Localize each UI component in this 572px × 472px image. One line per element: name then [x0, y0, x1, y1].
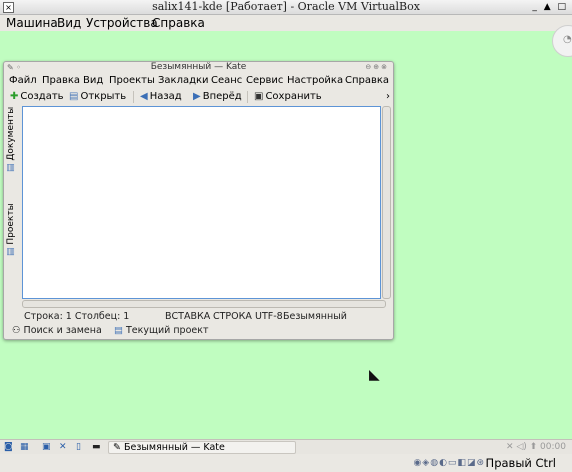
kate-menubar: Файл Правка Вид Проекты Закладки Сеанс С… [4, 74, 393, 88]
taskbar-kate-label: Безымянный — Kate [123, 442, 225, 453]
window-controls[interactable]: _ ▲ □ [532, 0, 568, 14]
side-tab-projects[interactable]: ▤ Проекты [5, 203, 17, 256]
cursor-position: Строка: 1 Столбец: 1 [24, 311, 130, 322]
menu-help[interactable]: Справка [152, 15, 205, 31]
horizontal-scrollbar[interactable] [22, 300, 386, 308]
open-folder-icon: ▤ [69, 91, 79, 102]
forward-button[interactable]: ▶ Вперёд [193, 88, 242, 105]
side-tabs: ▤ Документы ▤ Проекты [4, 106, 20, 304]
vbox-titlebar: × salix141-kde [Работает] - Oracle VM Vi… [0, 0, 572, 15]
kate-menu-help[interactable]: Справка [345, 74, 389, 88]
arrow-left-icon: ◀ [140, 91, 148, 102]
kate-title: Безымянный — Kate [150, 62, 247, 72]
insert-mode[interactable]: ВСТАВКА [165, 310, 210, 324]
encoding[interactable]: UTF-8 [255, 310, 283, 324]
window-title: salix141-kde [Работает] - Oracle VM Virt… [152, 0, 420, 13]
file-name: Безымянный [283, 311, 347, 322]
back-button-label: Назад [149, 91, 182, 102]
open-button-label: Открыть [80, 91, 127, 102]
selection-mode[interactable]: СТРОКА [213, 310, 252, 324]
kate-menu-view[interactable]: Вид [83, 74, 103, 88]
device-indicators[interactable]: ◉◈◍◐▭◧◪⊛ [413, 454, 485, 472]
save-button[interactable]: ▣ Сохранить [254, 88, 322, 105]
side-tab-documents[interactable]: ▤ Документы [5, 107, 17, 172]
arrow-right-icon: ▶ [193, 91, 201, 102]
text-editor[interactable] [22, 106, 381, 299]
current-project-tab[interactable]: ▤ Текущий проект [114, 324, 209, 338]
forward-button-label: Вперёд [202, 91, 242, 102]
kde-launcher-icon[interactable]: ◙ [4, 440, 13, 454]
kate-menu-settings[interactable]: Настройка [287, 74, 343, 88]
new-button-label: Создать [20, 91, 64, 102]
open-button[interactable]: ▤ Открыть [69, 88, 126, 105]
search-replace-label: Поиск и замена [23, 325, 102, 336]
new-document-icon: ✚ [10, 91, 19, 102]
kate-menu-tools[interactable]: Сервис [246, 74, 283, 88]
document-icon[interactable]: ▯ [76, 440, 81, 454]
tools-icon[interactable]: ✕ [59, 440, 67, 454]
cashew-icon: ◔ [563, 34, 572, 45]
kate-menu-file[interactable]: Файл [9, 74, 37, 88]
kate-statusbar: Строка: 1 Столбец: 1 ВСТАВКА СТРОКА UTF-… [24, 310, 389, 324]
terminal-icon[interactable]: ▬ [92, 440, 101, 454]
pager-icon[interactable]: ▦ [20, 440, 29, 454]
menu-devices[interactable]: Устройства [86, 15, 158, 31]
kate-menu-bookmarks[interactable]: Закладки [158, 74, 209, 88]
search-replace-tab[interactable]: ⚇ Поиск и замена [12, 324, 102, 338]
side-tab-projects-label: Проекты [6, 203, 16, 245]
current-project-label: Текущий проект [126, 325, 209, 336]
vertical-scrollbar[interactable] [382, 106, 391, 299]
vbox-menubar: Машина Вид Устройства Справка [0, 15, 572, 31]
save-disk-icon: ▣ [254, 91, 264, 102]
guest-desktop: ◔ ✎ ◦ Безымянный — Kate ⊖⊕⊗ Файл Правка … [0, 25, 572, 439]
menu-machine[interactable]: Машина [6, 15, 58, 31]
taskbar-kate-button[interactable]: ✎ Безымянный — Kate [108, 441, 296, 454]
kate-task-icon: ✎ [113, 442, 124, 453]
kate-menu-session[interactable]: Сеанс [211, 74, 242, 88]
system-tray[interactable]: ✕ ◁) ⬆ 00:00 [506, 440, 566, 454]
host-key-label: Правый Ctrl [485, 456, 556, 470]
kate-toolbar: ✚ Создать ▤ Открыть ◀ Назад ▶ Вперёд ▣ Сохран… [4, 88, 393, 105]
vbox-statusbar: ◉◈◍◐▭◧◪⊛ Правый Ctrl [0, 454, 572, 472]
toolbar-separator [133, 91, 134, 103]
projects-icon: ▤ [6, 244, 16, 256]
desktop-toolbox-icon[interactable]: ◔ [552, 25, 572, 57]
kate-titlebar[interactable]: ✎ ◦ Безымянный — Kate ⊖⊕⊗ [4, 62, 393, 73]
guest-taskbar: ◙ ▦ ▣ ✕ ▯ ▬ ✎ Безымянный — Kate ✕ ◁) ⬆ 0… [0, 439, 572, 454]
save-button-label: Сохранить [265, 91, 322, 102]
kate-menu-projects[interactable]: Проекты [109, 74, 155, 88]
project-icon: ▤ [114, 325, 126, 336]
binoculars-icon: ⚇ [12, 325, 24, 336]
documents-icon: ▤ [6, 160, 16, 172]
toolbar-separator [247, 91, 248, 103]
back-button[interactable]: ◀ Назад [140, 88, 182, 105]
menu-view[interactable]: Вид [57, 15, 81, 31]
kate-window: ✎ ◦ Безымянный — Kate ⊖⊕⊗ Файл Правка Ви… [3, 61, 394, 340]
kate-window-controls[interactable]: ⊖⊕⊗ [365, 62, 389, 73]
side-tab-documents-label: Документы [6, 106, 16, 161]
file-manager-icon[interactable]: ▣ [42, 440, 51, 454]
kate-menu-edit[interactable]: Правка [42, 74, 80, 88]
new-button[interactable]: ✚ Создать [10, 88, 64, 105]
mouse-cursor-icon: ◣ [369, 367, 380, 383]
toolbar-overflow[interactable]: › [386, 88, 390, 105]
bottom-tabs: ⚇ Поиск и замена ▤ Текущий проект [10, 324, 390, 338]
